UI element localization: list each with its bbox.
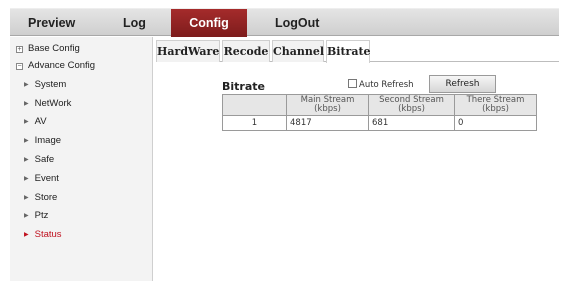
arrow-right-icon: ▶ [24, 138, 29, 144]
sidebar-advance-config[interactable]: − Advance Config [16, 60, 95, 71]
column-header-main-stream: Main Stream (kbps) [286, 94, 369, 116]
nav-logout[interactable]: LogOut [275, 9, 325, 37]
sidebar-item-system[interactable]: ▶ System [24, 79, 66, 90]
sidebar-item-network[interactable]: ▶ NetWork [24, 98, 71, 109]
auto-refresh-checkbox[interactable] [348, 79, 357, 88]
cell-main-stream: 4817 [286, 115, 369, 131]
sidebar-item-label: Event [34, 173, 59, 184]
bitrate-title: Bitrate [222, 80, 265, 93]
tab-strip: HardWare Recode Channel Bitrate [156, 40, 559, 63]
arrow-right-icon: ▶ [24, 213, 29, 219]
sidebar-item-label: Ptz [34, 210, 49, 221]
arrow-right-icon: ▶ [24, 101, 29, 107]
sidebar-item-status[interactable]: ▶ Status [24, 229, 62, 240]
arrow-right-icon: ▶ [24, 195, 29, 201]
arrow-right-icon: ▶ [24, 232, 29, 238]
arrow-right-icon: ▶ [24, 119, 29, 125]
table-row: 1 4817 681 0 [222, 115, 537, 131]
table-header-row: Main Stream (kbps) Second Stream (kbps) … [222, 94, 537, 116]
sidebar-base-config[interactable]: + Base Config [16, 43, 80, 54]
sidebar-item-label: Safe [34, 154, 55, 165]
tab-hardware[interactable]: HardWare [156, 40, 220, 62]
arrow-right-icon: ▶ [24, 176, 29, 182]
cell-index: 1 [222, 115, 287, 131]
sidebar-item-label: Store [34, 192, 58, 203]
nav-config[interactable]: Config [171, 9, 247, 37]
cell-third-stream: 0 [454, 115, 537, 131]
collapse-icon[interactable]: − [16, 63, 23, 70]
column-header-second-stream: Second Stream (kbps) [368, 94, 455, 116]
sidebar-item-av[interactable]: ▶ AV [24, 116, 47, 127]
arrow-right-icon: ▶ [24, 82, 29, 88]
auto-refresh-option[interactable]: Auto Refresh [348, 79, 414, 90]
tab-recode[interactable]: Recode [222, 40, 270, 62]
sidebar-item-image[interactable]: ▶ Image [24, 135, 61, 146]
top-nav-bar: Preview Log Config LogOut [10, 8, 559, 37]
header-unit: (kbps) [398, 104, 425, 114]
sidebar-advance-config-label: Advance Config [28, 60, 96, 71]
auto-refresh-label: Auto Refresh [359, 80, 414, 90]
nav-log[interactable]: Log [123, 9, 163, 37]
sidebar-item-label: AV [34, 116, 47, 127]
sidebar-item-safe[interactable]: ▶ Safe [24, 154, 54, 165]
expand-icon[interactable]: + [16, 46, 23, 53]
sidebar-item-ptz[interactable]: ▶ Ptz [24, 210, 48, 221]
sidebar-item-label: System [34, 79, 67, 90]
column-header-index [222, 94, 287, 116]
column-header-third-stream: There Stream (kbps) [454, 94, 537, 116]
sidebar-base-config-label: Base Config [28, 43, 80, 54]
nav-preview[interactable]: Preview [28, 9, 88, 37]
arrow-right-icon: ▶ [24, 157, 29, 163]
header-unit: (kbps) [482, 104, 509, 114]
sidebar-item-label: Image [34, 135, 62, 146]
header-unit: (kbps) [314, 104, 341, 114]
tab-bitrate[interactable]: Bitrate [326, 40, 371, 63]
sidebar-item-store[interactable]: ▶ Store [24, 192, 57, 203]
cell-second-stream: 681 [368, 115, 455, 131]
refresh-button[interactable]: Refresh [429, 75, 496, 93]
sidebar-item-label: NetWork [34, 98, 72, 109]
bitrate-table: Main Stream (kbps) Second Stream (kbps) … [222, 94, 537, 131]
sidebar-item-label: Status [34, 229, 62, 240]
sidebar-item-event[interactable]: ▶ Event [24, 173, 59, 184]
sidebar: + Base Config − Advance Config ▶ System ▶ Ne… [10, 37, 153, 281]
tab-channel[interactable]: Channel [272, 40, 324, 62]
